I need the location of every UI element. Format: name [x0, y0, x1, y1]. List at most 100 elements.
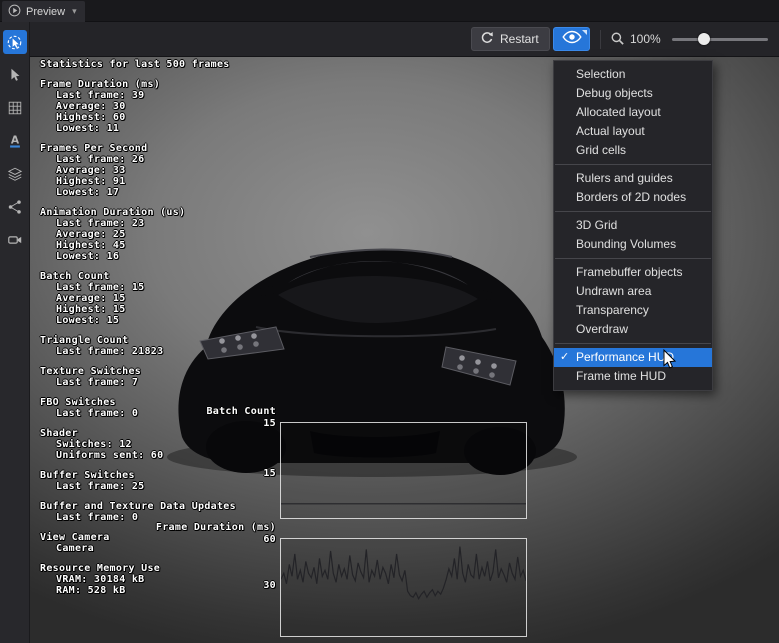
hud-stat-line: Last frame: 26	[40, 154, 236, 165]
preview-toolbar: Restart 100%	[30, 22, 779, 57]
graph-canvas	[280, 422, 527, 519]
hud-section-title: Animation Duration (us)	[40, 207, 236, 218]
tab-preview[interactable]: Preview ▾	[2, 1, 85, 22]
menu-item-transparency[interactable]: Transparency	[554, 301, 712, 320]
menu-item-label: Overdraw	[576, 322, 628, 336]
hud-section: Frame Duration (ms)Last frame: 39Average…	[40, 79, 236, 134]
menu-item-performance-hud[interactable]: ✓Performance HUD	[554, 348, 712, 367]
magnifier-icon	[610, 31, 625, 51]
hud-stat-line: Last frame: 7	[40, 377, 236, 388]
hud-stat-line: Lowest: 17	[40, 187, 236, 198]
menu-item-label: Actual layout	[576, 124, 645, 138]
restart-label: Restart	[500, 32, 539, 46]
toolbar-divider	[600, 30, 601, 49]
visibility-menu: Selection Debug objects Allocated layout Ac…	[553, 60, 713, 391]
svg-text:A: A	[10, 134, 19, 147]
hud-section: Animation Duration (us)Last frame: 23Ave…	[40, 207, 236, 262]
grid-tool[interactable]	[3, 96, 27, 120]
interact-tool[interactable]	[3, 30, 27, 54]
zoom-slider-track[interactable]	[672, 38, 768, 41]
menu-item-label: Selection	[576, 67, 625, 81]
hud-section: Frames Per SecondLast frame: 26Average: …	[40, 143, 236, 198]
hud-stat-line: Average: 25	[40, 229, 236, 240]
menu-item-allocated-layout[interactable]: Allocated layout	[554, 103, 712, 122]
menu-separator	[555, 343, 711, 344]
hud-stat-line: Highest: 45	[40, 240, 236, 251]
zoom-value: 100%	[630, 32, 661, 46]
menu-separator	[555, 258, 711, 259]
menu-item-3d-grid[interactable]: 3D Grid	[554, 216, 712, 235]
node-tool[interactable]	[3, 195, 27, 219]
hud-title: Statistics for last 500 frames	[40, 59, 236, 70]
hud-stat-line: Highest: 15	[40, 304, 236, 315]
checkmark-icon: ✓	[560, 348, 574, 367]
menu-item-borders-of-2d-nodes[interactable]: Borders of 2D nodes	[554, 188, 712, 207]
preview-window: Preview ▾ A	[0, 0, 779, 643]
menu-item-rulers-and-guides[interactable]: Rulers and guides	[554, 169, 712, 188]
menu-item-frame-time-hud[interactable]: Frame time HUD	[554, 367, 712, 386]
hud-section: Texture SwitchesLast frame: 7	[40, 366, 236, 388]
graph-canvas	[280, 538, 527, 637]
hud-stat-line: Last frame: 23	[40, 218, 236, 229]
hud-section-title: Frames Per Second	[40, 143, 236, 154]
hud-stat-line: Lowest: 11	[40, 123, 236, 134]
menu-item-label: Borders of 2D nodes	[576, 190, 686, 204]
chevron-down-icon[interactable]: ▾	[72, 6, 77, 17]
hud-stat-line: Average: 15	[40, 293, 236, 304]
graph-title: Batch Count	[206, 406, 276, 417]
menu-item-actual-layout[interactable]: Actual layout	[554, 122, 712, 141]
camera-tool[interactable]	[3, 228, 27, 252]
hud-section-title: Texture Switches	[40, 366, 236, 377]
tab-label: Preview	[26, 6, 65, 18]
menu-item-overdraw[interactable]: Overdraw	[554, 320, 712, 339]
menu-item-label: 3D Grid	[576, 218, 617, 232]
graph-y-max-label: 60	[263, 534, 276, 545]
menu-item-label: Debug objects	[576, 86, 653, 100]
menu-separator	[555, 211, 711, 212]
menu-item-label: Transparency	[576, 303, 649, 317]
menu-item-label: Bounding Volumes	[576, 237, 676, 251]
hud-stat-line: Lowest: 16	[40, 251, 236, 262]
menu-item-selection[interactable]: Selection	[554, 65, 712, 84]
graph-y-mid-label: 30	[263, 580, 276, 591]
frame-duration-graph: Frame Duration (ms) 60 30	[30, 522, 527, 643]
layers-tool[interactable]	[3, 162, 27, 186]
menu-item-framebuffer-objects[interactable]: Framebuffer objects	[554, 263, 712, 282]
menu-item-grid-cells[interactable]: Grid cells	[554, 141, 712, 160]
restart-button[interactable]: Restart	[471, 27, 550, 51]
select-tool[interactable]	[3, 63, 27, 87]
menu-item-label: Undrawn area	[576, 284, 651, 298]
menu-item-label: Grid cells	[576, 143, 626, 157]
menu-item-undrawn-area[interactable]: Undrawn area	[554, 282, 712, 301]
tool-sidebar: A	[0, 22, 30, 643]
batch-count-graph: Batch Count 15 15	[30, 406, 527, 528]
hud-stat-line: Last frame: 15	[40, 282, 236, 293]
graph-title: Frame Duration (ms)	[156, 522, 276, 533]
hud-section-title: Batch Count	[40, 271, 236, 282]
hud-stat-line: Average: 30	[40, 101, 236, 112]
menu-item-label: Allocated layout	[576, 105, 661, 119]
menu-item-bounding-volumes[interactable]: Bounding Volumes	[554, 235, 712, 254]
menu-item-label: Framebuffer objects	[576, 265, 683, 279]
visibility-dropdown-button[interactable]	[553, 27, 590, 51]
menu-item-label: Performance HUD	[576, 350, 674, 364]
restart-icon	[480, 31, 494, 48]
graph-y-max-label: 15	[263, 418, 276, 429]
pointer-cursor-icon	[662, 349, 677, 375]
eye-icon	[562, 30, 582, 49]
hud-stat-line: Highest: 60	[40, 112, 236, 123]
graph-y-mid-label: 15	[263, 468, 276, 479]
zoom-slider-thumb[interactable]	[698, 33, 710, 45]
hud-stat-line: Average: 33	[40, 165, 236, 176]
hud-section-title: Triangle Count	[40, 335, 236, 346]
hud-stat-line: Lowest: 15	[40, 315, 236, 326]
menu-item-label: Rulers and guides	[576, 171, 673, 185]
tab-bar: Preview ▾	[0, 0, 779, 22]
hud-section: Batch CountLast frame: 15Average: 15High…	[40, 271, 236, 326]
zoom-slider[interactable]	[672, 30, 768, 48]
text-tool[interactable]: A	[3, 129, 27, 153]
hud-stat-line: Last frame: 21823	[40, 346, 236, 357]
play-circle-icon	[8, 4, 21, 20]
menu-separator	[555, 164, 711, 165]
menu-item-debug-objects[interactable]: Debug objects	[554, 84, 712, 103]
